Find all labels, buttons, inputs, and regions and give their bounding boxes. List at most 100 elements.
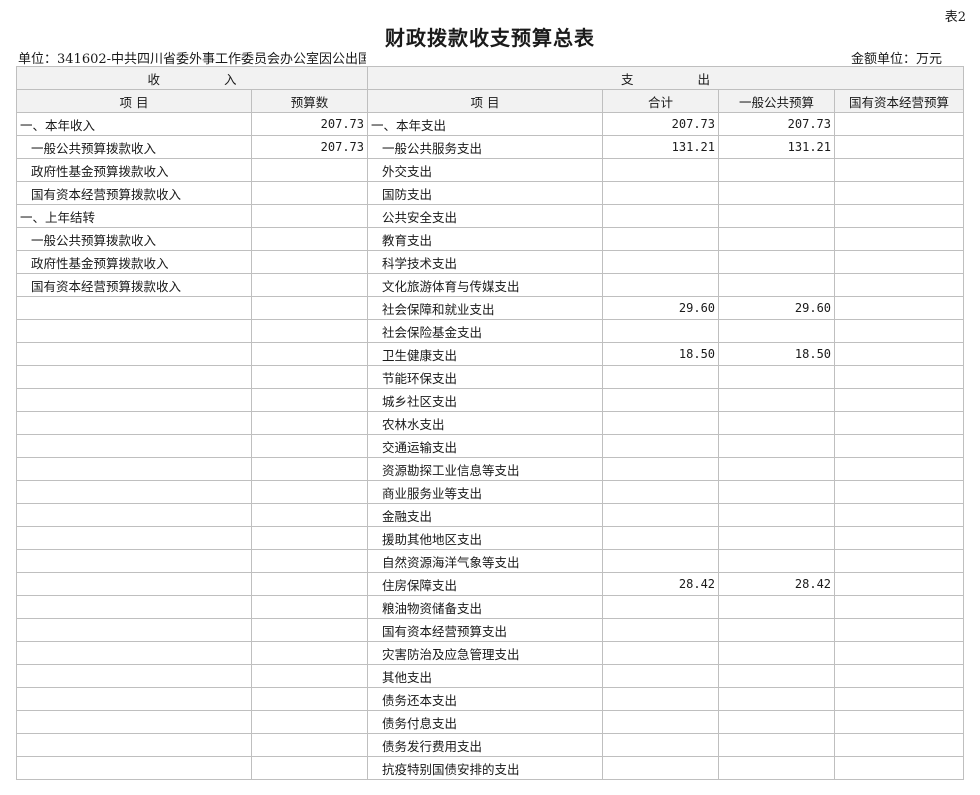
income-budget-cell [250,319,369,343]
expense-item-cell: 抗疫特别国债安排的支出 [367,756,604,780]
state-capital-cell [834,595,965,619]
state-capital-cell [834,457,965,481]
income-budget-cell: 207.73 [250,112,369,136]
general-budget-cell: 28.42 [718,572,836,596]
income-item-cell [16,549,252,573]
budget-summary-table: 收 入 支 出 项 目 预算数 项 目 合计 一般公共预算 国有资本经营预算 一… [15,66,965,780]
total-cell [602,457,720,481]
income-budget-cell [250,756,369,780]
state-capital-cell [834,710,965,734]
income-item-cell: 政府性基金预算拨款收入 [16,250,252,274]
total-cell [602,227,720,251]
income-budget-cell [250,296,369,320]
state-capital-cell [834,733,965,757]
income-item-cell: 国有资本经营预算拨款收入 [16,181,252,205]
table-row: 一、上年结转 公共安全支出 [16,204,965,228]
expense-item-cell: 债务还本支出 [367,687,604,711]
expense-item-cell: 援助其他地区支出 [367,526,604,550]
table-row: 灾害防治及应急管理支出 [16,641,965,665]
unit-label: 单位：341602-中共四川省委外事工作委员会办公室因公出国 [18,52,366,67]
income-item-cell [16,503,252,527]
table-row: 一般公共预算拨款收入 教育支出 [16,227,965,251]
page-title: 财政拨款收支预算总表 [385,26,595,50]
table-row: 住房保障支出 28.42 28.42 [16,572,965,596]
income-budget-cell [250,480,369,504]
general-budget-cell: 29.60 [718,296,836,320]
total-cell [602,710,720,734]
income-item-cell [16,457,252,481]
expense-header: 支 出 [367,66,965,90]
total-header: 合计 [602,89,720,113]
state-capital-cell [834,641,965,665]
total-cell [602,618,720,642]
general-budget-cell [718,480,836,504]
income-header: 收 入 [15,66,369,90]
income-item-cell [16,664,252,688]
expense-item-cell: 农林水支出 [367,411,604,435]
income-budget-cell [250,365,369,389]
state-capital-cell [834,342,965,366]
expense-item-header: 项 目 [367,89,604,113]
total-cell: 131.21 [602,135,720,159]
total-cell [602,503,720,527]
income-budget-cell [250,204,369,228]
table-row: 债务还本支出 [16,687,965,711]
expense-item-cell: 国有资本经营预算支出 [367,618,604,642]
income-budget-cell [250,664,369,688]
state-capital-cell [834,480,965,504]
table-row: 节能环保支出 [16,365,965,389]
general-budget-cell [718,756,836,780]
general-budget-cell [718,250,836,274]
income-budget-cell [250,503,369,527]
general-budget-cell [718,618,836,642]
expense-item-cell: 粮油物资储备支出 [367,595,604,619]
income-budget-cell [250,457,369,481]
total-cell [602,434,720,458]
general-budget-cell [718,204,836,228]
general-budget-cell [718,526,836,550]
general-budget-cell [718,503,836,527]
table-row: 城乡社区支出 [16,388,965,412]
state-capital-cell [834,296,965,320]
total-cell [602,664,720,688]
expense-item-cell: 节能环保支出 [367,365,604,389]
table-row: 一般公共预算拨款收入 207.73 一般公共服务支出 131.21 131.21 [16,135,965,159]
income-budget-cell [250,733,369,757]
state-capital-cell [834,756,965,780]
state-capital-cell [834,250,965,274]
expense-item-cell: 债务发行费用支出 [367,733,604,757]
expense-item-cell: 自然资源海洋气象等支出 [367,549,604,573]
total-cell [602,687,720,711]
general-budget-cell [718,641,836,665]
expense-item-cell: 其他支出 [367,664,604,688]
expense-item-cell: 文化旅游体育与传媒支出 [367,273,604,297]
expense-item-cell: 交通运输支出 [367,434,604,458]
general-budget-cell: 207.73 [718,112,836,136]
total-cell [602,365,720,389]
state-capital-cell [834,181,965,205]
income-item-cell [16,434,252,458]
income-budget-cell [250,526,369,550]
income-item-cell [16,618,252,642]
income-budget-cell [250,595,369,619]
state-capital-cell [834,549,965,573]
income-budget-header: 预算数 [250,89,369,113]
general-budget-cell [718,319,836,343]
table-row: 卫生健康支出 18.50 18.50 [16,342,965,366]
state-capital-cell [834,618,965,642]
income-budget-cell [250,549,369,573]
total-cell [602,480,720,504]
income-budget-cell [250,618,369,642]
general-budget-cell [718,549,836,573]
state-capital-cell [834,158,965,182]
income-item-cell [16,641,252,665]
income-item-cell [16,342,252,366]
table-row: 抗疫特别国债安排的支出 [16,756,965,780]
table-row: 资源勘探工业信息等支出 [16,457,965,481]
total-cell [602,756,720,780]
general-budget-cell: 131.21 [718,135,836,159]
income-item-cell [16,595,252,619]
expense-item-cell: 国防支出 [367,181,604,205]
table-row: 国有资本经营预算拨款收入 国防支出 [16,181,965,205]
total-cell [602,158,720,182]
